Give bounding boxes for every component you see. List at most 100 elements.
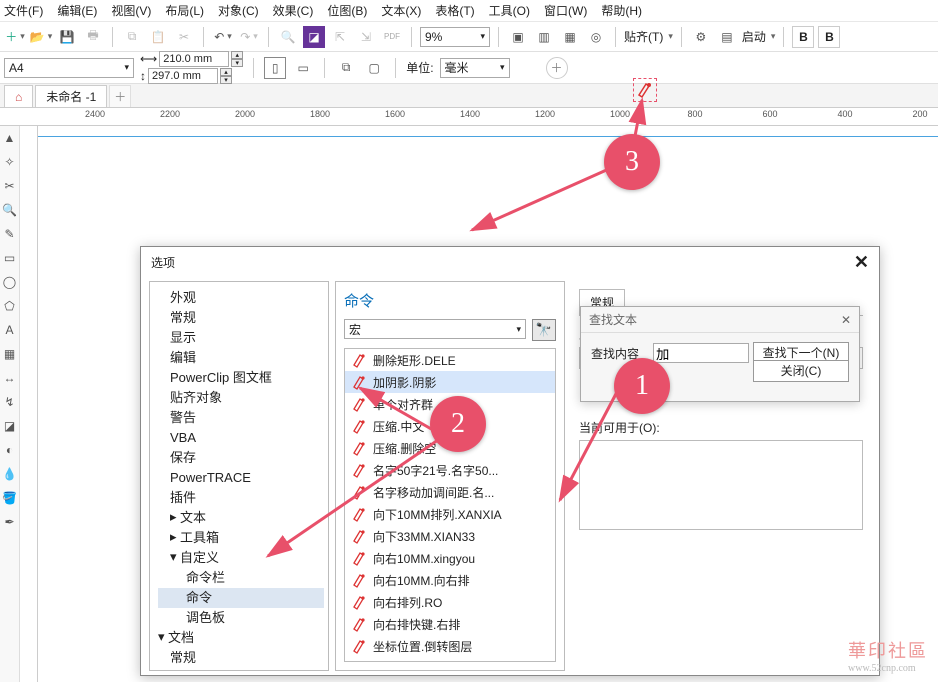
command-list-item[interactable]: 加阴影.阴影 — [345, 371, 555, 393]
eyedropper-tool[interactable]: 💧 — [2, 466, 18, 482]
search-button[interactable]: 🔍 — [277, 26, 299, 48]
menu-table[interactable]: 表格(T) — [435, 2, 474, 19]
find-command-button[interactable]: 🔭 — [532, 319, 556, 341]
tree-item-text[interactable]: 文本 — [158, 508, 324, 528]
zoom-tool[interactable]: 🔍 — [2, 202, 18, 218]
menu-file[interactable]: 文件(F) — [4, 2, 43, 19]
tree-item-document[interactable]: 文档 — [158, 628, 324, 648]
dropshadow-tool[interactable]: ◪ — [2, 418, 18, 434]
menu-text[interactable]: 文本(X) — [381, 2, 421, 19]
command-list-item[interactable]: 删除矩形.DELE — [345, 349, 555, 371]
command-list-item[interactable]: 坐标位置.倒转图层 — [345, 635, 555, 657]
command-list-item[interactable]: 向右10MM.xingyou — [345, 547, 555, 569]
tree-item-custom[interactable]: 自定义 — [158, 548, 324, 568]
command-list-item[interactable]: 向下10MM排列.XANXIA — [345, 503, 555, 525]
guides-button[interactable]: ◎ — [585, 26, 607, 48]
export-button[interactable]: ⇱ — [329, 26, 351, 48]
tree-item[interactable]: VBA — [158, 428, 324, 448]
menu-bitmap[interactable]: 位图(B) — [327, 2, 367, 19]
tree-item[interactable]: 常规 — [158, 308, 324, 328]
tree-item-toolbox[interactable]: 工具箱 — [158, 528, 324, 548]
tree-item[interactable]: 常规 — [158, 648, 324, 668]
dragged-macro-icon[interactable] — [633, 78, 657, 102]
menu-object[interactable]: 对象(C) — [218, 2, 259, 19]
all-pages-button[interactable]: ⧉ — [335, 57, 357, 79]
dimension-tool[interactable]: ↔ — [2, 370, 18, 386]
tree-item[interactable]: 插件 — [158, 488, 324, 508]
command-list-item[interactable]: 向右排列.RO — [345, 591, 555, 613]
macro-category-combo[interactable]: 宏▾ — [344, 319, 526, 339]
paste-button[interactable]: 📋 — [147, 26, 169, 48]
import-button[interactable]: ◪ — [303, 26, 325, 48]
page-height-input[interactable]: 297.0 mm — [148, 68, 218, 84]
redo-button[interactable]: ↷ — [238, 26, 260, 48]
open-button[interactable]: 📂 — [30, 26, 52, 48]
ellipse-tool[interactable]: ◯ — [2, 274, 18, 290]
menu-window[interactable]: 窗口(W) — [544, 2, 587, 19]
table-tool[interactable]: ▦ — [2, 346, 18, 362]
landscape-button[interactable]: ▭ — [292, 57, 314, 79]
text-tool[interactable]: A — [2, 322, 18, 338]
app-launch-icon[interactable]: ▤ — [716, 26, 738, 48]
command-list-item[interactable]: 名字移动加调间距.名... — [345, 481, 555, 503]
bold-a-button[interactable]: B — [792, 26, 814, 48]
launch-dropdown[interactable]: 启动 — [742, 28, 776, 45]
add-tab-button[interactable]: ＋ — [109, 85, 131, 107]
tree-item-commands[interactable]: 命令 — [158, 588, 324, 608]
command-list-item[interactable]: 向右10MM.向右排 — [345, 569, 555, 591]
unit-combo[interactable]: 毫米▾ — [440, 58, 510, 78]
tree-item[interactable]: 警告 — [158, 408, 324, 428]
command-list-item[interactable]: 向右排快键.右排 — [345, 613, 555, 635]
tree-item[interactable]: 显示 — [158, 328, 324, 348]
find-close-btn[interactable]: 关闭(C) — [753, 360, 849, 382]
copy-button[interactable]: ⧉ — [121, 26, 143, 48]
page-size-combo[interactable]: A4▾ — [4, 58, 134, 78]
options-tree[interactable]: 外观 常规 显示 编辑 PowerClip 图文框 贴齐对象 警告 VBA 保存… — [149, 281, 329, 671]
tree-item[interactable]: PowerTRACE — [158, 468, 324, 488]
add-button[interactable]: ＋ — [546, 57, 568, 79]
save-button[interactable]: 💾 — [56, 26, 78, 48]
current-page-button[interactable]: ▢ — [363, 57, 385, 79]
find-close-button[interactable]: ✕ — [841, 313, 851, 327]
undo-button[interactable]: ↶ — [212, 26, 234, 48]
new-button[interactable]: ＋ — [4, 26, 26, 48]
menu-tools[interactable]: 工具(O) — [489, 2, 530, 19]
rulers-button[interactable]: ▥ — [533, 26, 555, 48]
publish-button[interactable]: ⇲ — [355, 26, 377, 48]
tree-item[interactable]: 外观 — [158, 288, 324, 308]
tree-item[interactable]: 贴齐对象 — [158, 388, 324, 408]
tree-item[interactable]: PowerClip 图文框 — [158, 368, 324, 388]
transparency-tool[interactable]: ◐ — [2, 442, 18, 458]
tree-item[interactable]: 命令栏 — [158, 568, 324, 588]
zoom-combo[interactable]: 9%▾ — [420, 27, 490, 47]
welcome-tab[interactable] — [4, 85, 33, 107]
available-in-list[interactable] — [579, 440, 863, 530]
fill-tool[interactable]: 🪣 — [2, 490, 18, 506]
dialog-close-button[interactable]: ✕ — [854, 252, 869, 273]
pick-tool[interactable]: ▲ — [2, 130, 18, 146]
tree-item[interactable]: 页面尺寸 — [158, 668, 324, 671]
menu-effect[interactable]: 效果(C) — [273, 2, 314, 19]
command-list-item[interactable]: 名字50字21号.名字50... — [345, 459, 555, 481]
connector-tool[interactable]: ↯ — [2, 394, 18, 410]
print-button[interactable]: 🖶 — [82, 26, 104, 48]
menu-layout[interactable]: 布局(L) — [165, 2, 204, 19]
tree-item[interactable]: 调色板 — [158, 608, 324, 628]
polygon-tool[interactable]: ⬠ — [2, 298, 18, 314]
menu-edit[interactable]: 编辑(E) — [57, 2, 97, 19]
shape-tool[interactable]: ✧ — [2, 154, 18, 170]
outline-tool[interactable]: ✒ — [2, 514, 18, 530]
tree-item[interactable]: 编辑 — [158, 348, 324, 368]
command-list[interactable]: 删除矩形.DELE加阴影.阴影单个对齐群压缩.中文压缩.删除空名字50字21号.… — [344, 348, 556, 662]
pdf-button[interactable]: PDF — [381, 26, 403, 48]
fullscreen-button[interactable]: ▣ — [507, 26, 529, 48]
freehand-tool[interactable]: ✎ — [2, 226, 18, 242]
rectangle-tool[interactable]: ▭ — [2, 250, 18, 266]
document-tab[interactable]: 未命名 -1 — [35, 85, 107, 107]
bold-b-button[interactable]: B — [818, 26, 840, 48]
menu-help[interactable]: 帮助(H) — [601, 2, 642, 19]
options-button[interactable]: ⚙ — [690, 26, 712, 48]
snap-dropdown[interactable]: 贴齐(T) — [624, 28, 673, 45]
command-list-item[interactable]: 向下33MM.XIAN33 — [345, 525, 555, 547]
page-width-input[interactable]: 210.0 mm — [159, 51, 229, 67]
